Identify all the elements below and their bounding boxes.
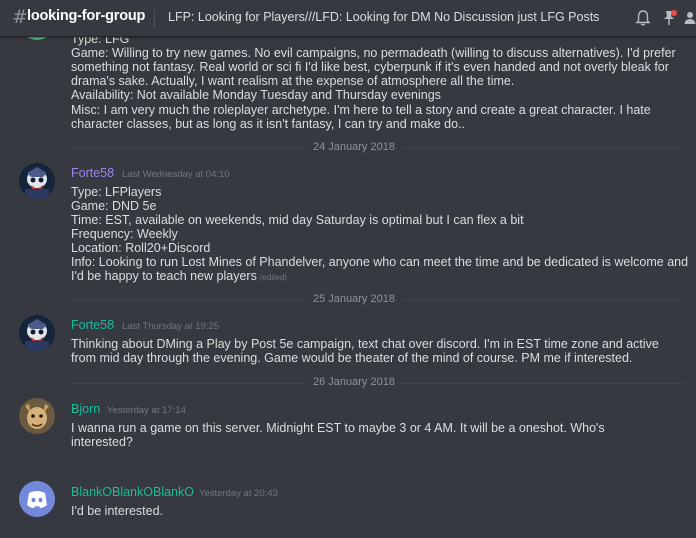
- timestamp: Yesterday at 20:43: [199, 488, 278, 499]
- avatar-image: [19, 163, 55, 199]
- date-divider-label: 26 January 2018: [307, 376, 401, 388]
- message-line: interested?: [71, 435, 133, 449]
- avatar[interactable]: [19, 315, 55, 351]
- message-line: Availability: Not available Monday Tuesd…: [71, 88, 441, 102]
- timestamp: Last Thursday at 19:25: [122, 321, 219, 332]
- discord-logo-icon: [19, 481, 55, 517]
- channel-header: # looking-for-group LFP: Looking for Pla…: [0, 0, 696, 37]
- channel-name[interactable]: looking-for-group: [27, 8, 145, 24]
- bell-icon[interactable]: [634, 9, 652, 27]
- timestamp: Yesterday at 17:14: [107, 405, 186, 416]
- message-line: I'd be interested.: [71, 504, 164, 518]
- message-line: Thinking about DMing a Play by Post 5e c…: [71, 337, 659, 351]
- message-line: Game: Willing to try new games. No evil …: [71, 46, 676, 60]
- username[interactable]: Forte58: [71, 318, 114, 332]
- message-line: Misc: I am very much the roleplayer arch…: [71, 103, 651, 117]
- username[interactable]: Forte58: [71, 166, 114, 180]
- username[interactable]: Bjorn: [71, 402, 100, 416]
- avatar[interactable]: [19, 481, 55, 517]
- message-line: Location: Roll20+Discord: [71, 241, 211, 255]
- pin-icon[interactable]: [660, 9, 678, 27]
- message-line: drama's sake. Actually, I want realism a…: [71, 74, 515, 88]
- message-line: Type: LFPlayers: [71, 185, 162, 199]
- message-line: Game: DND 5e: [71, 199, 157, 213]
- avatar-image: [19, 398, 55, 434]
- message-line: I wanna run a game on this server. Midni…: [71, 421, 605, 435]
- date-divider-label: 24 January 2018: [307, 141, 401, 153]
- avatar[interactable]: [19, 163, 55, 199]
- message-line: I'd be happy to teach new players (edited…: [71, 269, 287, 285]
- hash-icon: #: [12, 6, 28, 28]
- message-line: Frequency: Weekly: [71, 227, 178, 241]
- timestamp: Last Wednesday at 04:10: [122, 169, 230, 180]
- username[interactable]: BlankOBlankOBlankO: [71, 485, 194, 499]
- avatar[interactable]: [19, 398, 55, 434]
- message-line: Time: EST, available on weekends, mid da…: [71, 213, 524, 227]
- header-divider: [154, 10, 155, 28]
- message-line: something not fantasy. Real world or sci…: [71, 60, 669, 74]
- date-divider-label: 25 January 2018: [307, 293, 401, 305]
- message-list: Type: LFG Game: Willing to try new games…: [0, 0, 696, 538]
- channel-topic[interactable]: LFP: Looking for Players///LFD: Looking …: [168, 10, 599, 24]
- message-line: from mid day through the evening. Game w…: [71, 351, 633, 365]
- message-line: Info: Looking to run Lost Mines of Phand…: [71, 255, 689, 269]
- members-icon[interactable]: [684, 9, 696, 27]
- message-text: I'd be happy to teach new players: [71, 269, 257, 283]
- edited-label: (edited): [259, 273, 287, 282]
- message-line: character classes, but as long as it isn…: [71, 117, 466, 131]
- avatar-image: [19, 315, 55, 351]
